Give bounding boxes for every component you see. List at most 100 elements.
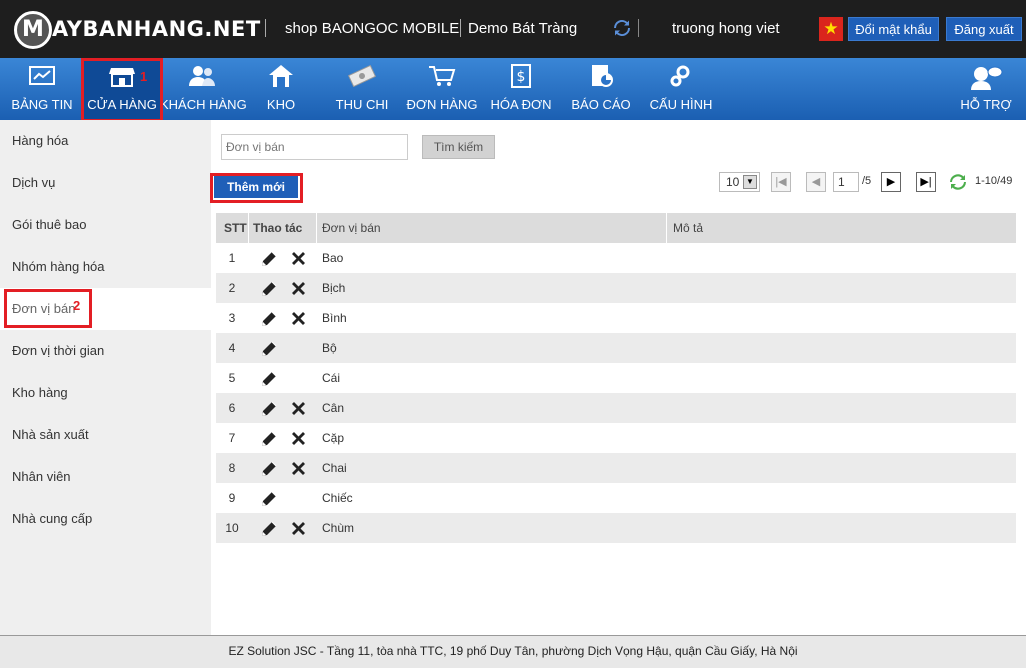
nav-label: KHÁCH HÀNG (160, 97, 247, 112)
unit-name: Bao (322, 251, 344, 265)
delete-icon[interactable] (290, 520, 307, 537)
last-page-icon[interactable]: ▶| (916, 172, 936, 192)
row-index: 3 (228, 311, 236, 325)
edit-icon[interactable] (260, 400, 278, 418)
nav-label: KHO (266, 97, 296, 112)
table-row[interactable]: 7 Cặp (216, 423, 1016, 453)
nav-label: CẤU HÌNH (649, 97, 713, 112)
sidebar-item-warehouses[interactable]: Kho hàng (0, 372, 211, 414)
sidebar-item-staff[interactable]: Nhân viên (0, 456, 211, 498)
settings-icon (644, 64, 718, 90)
pager: 10 ▼ |◀ ◀ 1 /5 ▶ ▶| 1-10/49 (718, 172, 1018, 194)
divider (666, 213, 667, 243)
refresh-icon[interactable] (949, 173, 967, 191)
edit-icon[interactable] (260, 520, 278, 538)
vietnam-flag-icon[interactable]: ★ (819, 17, 843, 41)
support-icon (950, 64, 1022, 90)
edit-icon[interactable] (260, 430, 278, 448)
sidebar-item-products[interactable]: Hàng hóa (0, 120, 211, 162)
table-row[interactable]: 6 Cân (216, 393, 1016, 423)
search-input[interactable] (221, 134, 408, 160)
highlight-box-add (210, 173, 303, 203)
logo-text: AYBANHANG.NET (52, 17, 261, 41)
unit-name: Chai (322, 461, 347, 475)
divider (316, 213, 317, 243)
sidebar-item-product-groups[interactable]: Nhóm hàng hóa (0, 246, 211, 288)
invoice-icon: $ (484, 64, 558, 90)
record-summary: 1-10/49 (975, 175, 1013, 187)
row-index: 8 (228, 461, 236, 475)
svg-text:$: $ (517, 69, 526, 85)
sidebar-item-subscriptions[interactable]: Gói thuê bao (0, 204, 211, 246)
edit-icon[interactable] (260, 250, 278, 268)
table-row[interactable]: 10 Chùm (216, 513, 1016, 543)
delete-icon[interactable] (290, 460, 307, 477)
top-bar: M AYBANHANG.NET shop BAONGOC MOBILE Demo… (0, 0, 1026, 58)
column-header-actions[interactable]: Thao tác (253, 213, 302, 243)
shop-name: shop BAONGOC MOBILE (285, 20, 460, 37)
sidebar-item-manufacturers[interactable]: Nhà sản xuất (0, 414, 211, 456)
table-row[interactable]: 1 Bao (216, 243, 1016, 273)
edit-icon[interactable] (260, 460, 278, 478)
sidebar: Hàng hóa Dịch vụ Gói thuê bao Nhóm hàng … (0, 120, 211, 635)
table-row[interactable]: 2 Bịch (216, 273, 1016, 303)
table-header: STT Thao tác Đơn vị bán Mô tả (216, 213, 1016, 243)
nav-settings[interactable]: CẤU HÌNH (644, 58, 718, 120)
highlight-box-store (81, 58, 163, 122)
first-page-icon[interactable]: |◀ (771, 172, 791, 192)
delete-icon[interactable] (290, 280, 307, 297)
footer: EZ Solution JSC - Tầng 11, tòa nhà TTC, … (0, 635, 1026, 668)
logo[interactable]: M AYBANHANG.NET (14, 11, 260, 49)
sidebar-item-time-units[interactable]: Đơn vị thời gian (0, 330, 211, 372)
change-password-button[interactable]: Đổi mật khẩu (848, 17, 939, 41)
nav-orders[interactable]: ĐƠN HÀNG (404, 58, 480, 120)
edit-icon[interactable] (260, 310, 278, 328)
edit-icon[interactable] (260, 490, 278, 508)
nav-support[interactable]: HỖ TRỢ (950, 58, 1022, 120)
nav-reports[interactable]: BÁO CÁO (564, 58, 638, 120)
table-row[interactable]: 8 Chai (216, 453, 1016, 483)
user-name[interactable]: truong hong viet (672, 20, 780, 37)
column-header-unit[interactable]: Đơn vị bán (322, 213, 381, 243)
column-header-description[interactable]: Mô tả (673, 213, 703, 243)
unit-name: Bịch (322, 281, 346, 295)
edit-icon[interactable] (260, 280, 278, 298)
row-index: 2 (228, 281, 236, 295)
table-row[interactable]: 5 Cái (216, 363, 1016, 393)
column-header-stt[interactable]: STT (224, 213, 247, 243)
delete-icon[interactable] (290, 430, 307, 447)
nav-customers[interactable]: KHÁCH HÀNG (160, 58, 247, 120)
nav-invoices[interactable]: $ HÓA ĐƠN (484, 58, 558, 120)
unit-name: Bộ (322, 341, 337, 355)
delete-icon[interactable] (290, 250, 307, 267)
nav-label: THU CHI (335, 97, 389, 112)
nav-label: BẢNG TIN (11, 97, 73, 112)
delete-icon[interactable] (290, 400, 307, 417)
row-index: 1 (228, 251, 236, 265)
warehouse-icon (244, 64, 318, 90)
page-number-input[interactable]: 1 (833, 172, 859, 192)
prev-page-icon[interactable]: ◀ (806, 172, 826, 192)
nav-label: ĐƠN HÀNG (406, 97, 478, 112)
nav-cashflow[interactable]: THU CHI (324, 58, 400, 120)
sync-icon[interactable] (612, 18, 632, 38)
edit-icon[interactable] (260, 370, 278, 388)
table-row[interactable]: 4 Bộ (216, 333, 1016, 363)
total-pages: /5 (862, 175, 872, 187)
next-page-icon[interactable]: ▶ (881, 172, 901, 192)
sidebar-item-suppliers[interactable]: Nhà cung cấp (0, 498, 211, 540)
sidebar-item-services[interactable]: Dịch vụ (0, 162, 211, 204)
logout-button[interactable]: Đăng xuất (946, 17, 1022, 41)
table-row[interactable]: 3 Bình (216, 303, 1016, 333)
nav-warehouse[interactable]: KHO (244, 58, 318, 120)
unit-name: Cân (322, 401, 345, 415)
page-size-select[interactable]: 10 ▼ (719, 172, 760, 192)
table-row[interactable]: 9 Chiếc (216, 483, 1016, 513)
search-button[interactable]: Tìm kiếm (422, 135, 495, 159)
divider (638, 19, 639, 37)
delete-icon[interactable] (290, 310, 307, 327)
nav-dashboard[interactable]: BẢNG TIN (4, 58, 80, 120)
row-index: 7 (228, 431, 236, 445)
edit-icon[interactable] (260, 340, 278, 358)
store-name[interactable]: Demo Bát Tràng (468, 20, 577, 37)
